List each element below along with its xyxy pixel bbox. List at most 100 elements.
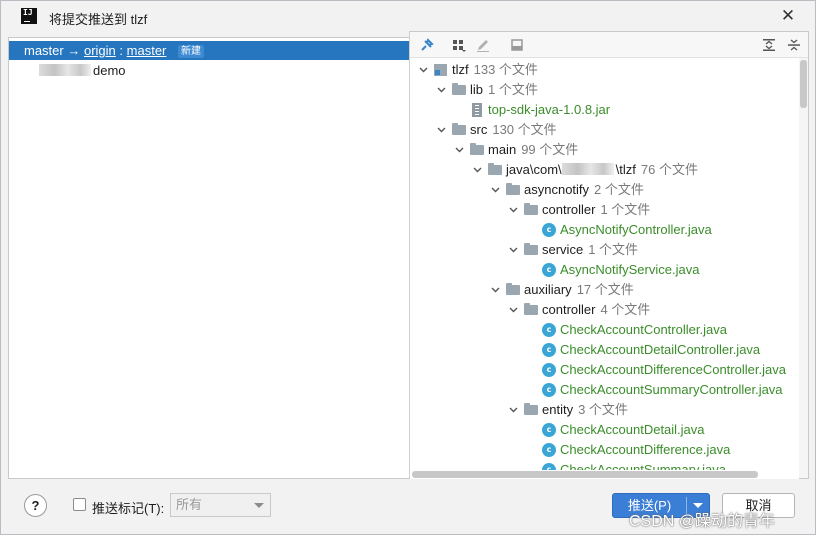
push-dialog: IJ 将提交推送到 tlzf ✕ master → origin : maste… xyxy=(0,0,816,535)
watermark-text: CSDN @躁动的青年 xyxy=(629,513,776,530)
tree-node-name: CheckAccountDetail.java xyxy=(560,422,705,437)
java-class-icon: c xyxy=(542,463,556,470)
tree-node-name: main xyxy=(488,142,517,157)
expand-all-icon[interactable] xyxy=(760,36,778,54)
collapse-all-icon[interactable] xyxy=(785,36,803,54)
edit-icon[interactable] xyxy=(474,36,492,54)
folder-icon xyxy=(452,83,466,95)
remote-name-link[interactable]: origin xyxy=(84,43,116,58)
tree-node-name: auxiliary xyxy=(524,282,572,297)
repository-row[interactable]: demo xyxy=(39,62,126,80)
file-count: 76 个文件 xyxy=(640,162,698,177)
tree-node-name: lib xyxy=(470,82,484,97)
java-class-icon: c xyxy=(542,383,556,397)
diff-icon[interactable] xyxy=(508,36,526,54)
redacted-text xyxy=(561,163,614,175)
group-by-icon[interactable] xyxy=(450,36,468,54)
java-class-icon: c xyxy=(542,443,556,457)
file-count: 4 个文件 xyxy=(600,302,651,317)
chevron-down-icon[interactable] xyxy=(490,280,500,300)
tree-node-name: CheckAccountSummaryController.java xyxy=(560,382,783,397)
chevron-down-icon[interactable] xyxy=(508,240,518,260)
tree-node-name: tlzf xyxy=(452,62,469,77)
java-class-icon: c xyxy=(542,263,556,277)
changes-pane: tlzf 133 个文件 lib 1 个文件 top-sdk-java-1.0.8.ja… xyxy=(409,31,809,479)
vertical-scrollbar[interactable] xyxy=(799,58,808,478)
java-class-icon: c xyxy=(542,423,556,437)
local-branch: master xyxy=(24,43,64,58)
tags-select: 所有 xyxy=(170,493,271,517)
tree-node-name: CheckAccountDifferenceController.java xyxy=(560,362,786,377)
tree-node-name: java\com\ xyxy=(506,162,562,177)
folder-icon xyxy=(452,123,466,135)
file-count: 99 个文件 xyxy=(521,142,579,157)
redacted-text xyxy=(39,64,91,76)
chevron-down-icon[interactable] xyxy=(454,140,464,160)
file-count: 1 个文件 xyxy=(600,202,651,217)
chevron-down-icon xyxy=(254,503,264,508)
branch-separator: : xyxy=(119,43,124,58)
remote-branch-link[interactable]: master xyxy=(127,43,167,58)
java-class-icon: c xyxy=(542,323,556,337)
tree-node-name: top-sdk-java-1.0.8.jar xyxy=(488,102,611,117)
commits-pane: master → origin : master 新建 demo xyxy=(8,37,409,479)
chevron-down-icon[interactable] xyxy=(508,200,518,220)
jar-file-icon xyxy=(472,103,482,117)
dialog-footer: ? 推送标记(T): 所有 推送(P) 取消 CSDN @躁动的青年 xyxy=(1,479,815,534)
help-button[interactable]: ? xyxy=(24,494,47,517)
tree-node-name: controller xyxy=(542,302,596,317)
tree-node-name: src xyxy=(470,122,488,137)
java-class-icon: c xyxy=(542,363,556,377)
tags-select-value: 所有 xyxy=(176,497,203,512)
title-bar: IJ 将提交推送到 tlzf ✕ xyxy=(1,1,815,31)
chevron-down-icon[interactable] xyxy=(508,300,518,320)
folder-icon xyxy=(524,403,538,415)
tree-node-name: AsyncNotifyService.java xyxy=(560,262,700,277)
tree-node-name: entity xyxy=(542,402,574,417)
file-count: 1 个文件 xyxy=(488,82,538,97)
folder-icon xyxy=(470,143,484,155)
file-count: 2 个文件 xyxy=(594,182,644,197)
tree-node-name: controller xyxy=(542,202,596,217)
tree-node-name: service xyxy=(542,242,584,257)
folder-icon xyxy=(506,183,520,195)
file-count: 133 个文件 xyxy=(473,62,538,77)
horizontal-scrollbar[interactable] xyxy=(410,470,799,479)
tree-node-name-suffix: \tlzf xyxy=(615,162,636,177)
folder-icon xyxy=(506,283,520,295)
folder-icon xyxy=(488,163,502,175)
file-count: 3 个文件 xyxy=(578,402,628,417)
file-count: 17 个文件 xyxy=(576,282,634,297)
chevron-down-icon[interactable] xyxy=(508,400,518,420)
chevron-down-icon[interactable] xyxy=(472,160,482,180)
tree-node-name: CheckAccountDetailController.java xyxy=(560,342,761,357)
chevron-down-icon[interactable] xyxy=(436,120,446,140)
push-tags-label[interactable]: 推送标记(T): xyxy=(92,498,164,517)
changes-toolbar xyxy=(410,32,808,58)
pin-icon[interactable] xyxy=(418,36,436,54)
file-count: 1 个文件 xyxy=(588,242,639,257)
java-class-icon: c xyxy=(542,223,556,237)
file-count: 130 个文件 xyxy=(492,122,557,137)
tree-node-name: CheckAccountDifference.java xyxy=(560,442,731,457)
tree-node-name: asyncnotify xyxy=(524,182,590,197)
new-branch-badge: 新建 xyxy=(178,45,205,58)
horizontal-scroll-thumb[interactable] xyxy=(412,471,758,478)
folder-icon xyxy=(524,203,538,215)
chevron-down-icon[interactable] xyxy=(436,80,446,100)
dialog-title: 将提交推送到 tlzf xyxy=(49,12,148,27)
folder-icon xyxy=(524,303,538,315)
close-button[interactable]: ✕ xyxy=(777,5,799,27)
arrow-icon: → xyxy=(67,43,81,58)
tree-node-name: CheckAccountController.java xyxy=(560,322,727,337)
push-tags-checkbox[interactable] xyxy=(73,498,86,511)
chevron-down-icon[interactable] xyxy=(418,60,428,80)
module-folder-icon xyxy=(434,64,447,76)
folder-icon xyxy=(524,243,538,255)
intellij-app-icon: IJ xyxy=(21,8,37,24)
tree-node-name: AsyncNotifyController.java xyxy=(560,222,712,237)
vertical-scroll-thumb[interactable] xyxy=(800,60,807,108)
java-class-icon: c xyxy=(542,343,556,357)
branch-push-row[interactable]: master → origin : master 新建 xyxy=(9,41,409,60)
chevron-down-icon[interactable] xyxy=(490,180,500,200)
